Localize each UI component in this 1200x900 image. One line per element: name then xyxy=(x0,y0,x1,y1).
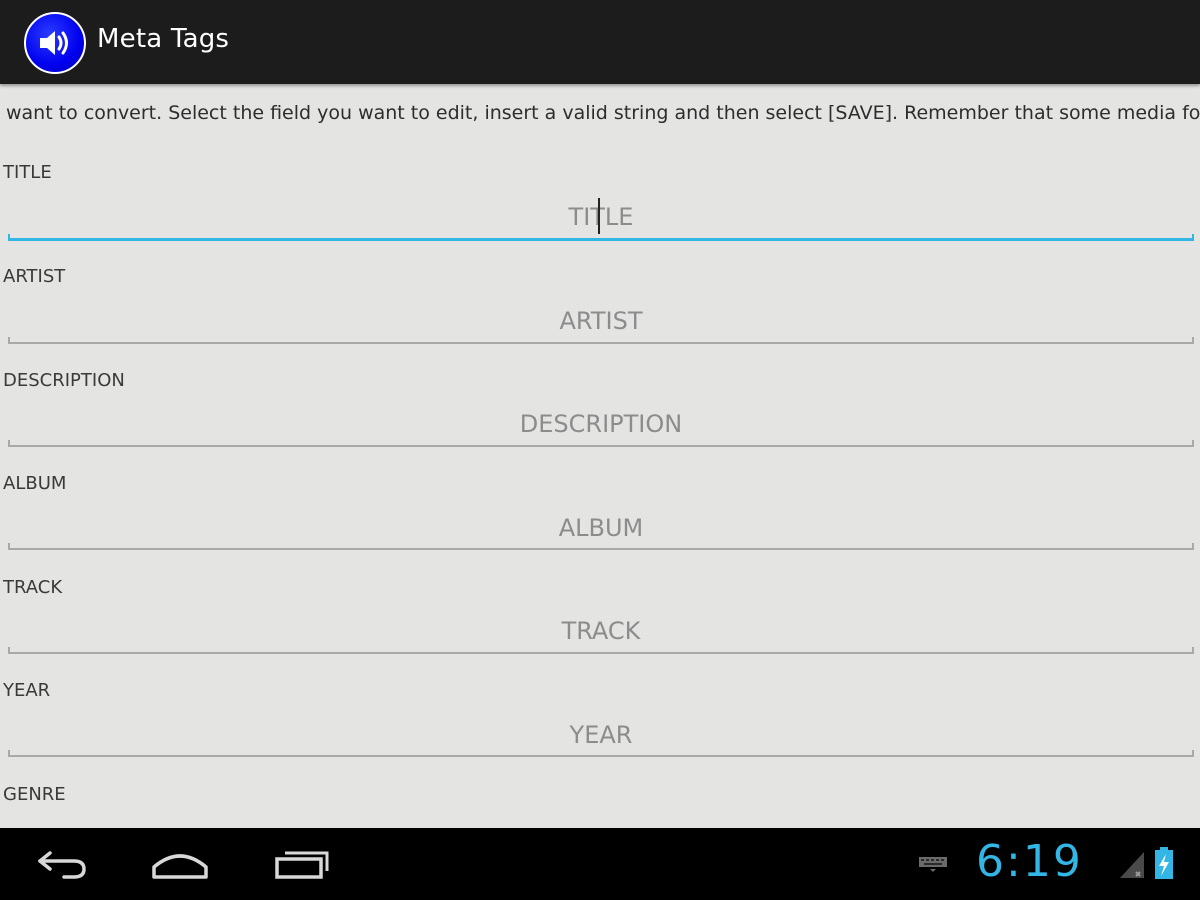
description-label: DESCRIPTION xyxy=(3,370,125,391)
back-icon[interactable] xyxy=(22,842,102,886)
track-input[interactable] xyxy=(8,610,1194,652)
signal-icon xyxy=(1118,848,1146,884)
artist-input[interactable] xyxy=(8,300,1194,342)
description-underline xyxy=(8,440,1194,447)
action-bar: Meta Tags xyxy=(0,0,1200,84)
text-cursor xyxy=(598,198,600,234)
recent-apps-icon[interactable] xyxy=(262,842,342,886)
title-label: TITLE xyxy=(3,162,52,183)
artist-underline xyxy=(8,337,1194,344)
battery-charging-icon xyxy=(1152,846,1176,884)
speaker-icon[interactable] xyxy=(24,12,86,74)
year-input[interactable] xyxy=(8,714,1194,756)
title-input[interactable] xyxy=(8,196,1194,238)
app-title: Meta Tags xyxy=(97,24,230,54)
status-clock: 6:19 xyxy=(976,836,1083,887)
keyboard-icon xyxy=(918,856,948,876)
album-input[interactable] xyxy=(8,507,1194,549)
home-icon[interactable] xyxy=(140,842,220,886)
instruction-text: want to convert. Select the field you wa… xyxy=(6,102,1200,124)
track-label: TRACK xyxy=(3,577,63,598)
year-underline xyxy=(8,750,1194,757)
album-underline xyxy=(8,543,1194,550)
year-label: YEAR xyxy=(3,680,51,701)
description-input[interactable] xyxy=(8,403,1194,445)
album-label: ALBUM xyxy=(3,473,67,494)
track-underline xyxy=(8,647,1194,654)
title-underline xyxy=(8,234,1194,241)
artist-label: ARTIST xyxy=(3,266,66,287)
genre-label: GENRE xyxy=(3,784,66,805)
